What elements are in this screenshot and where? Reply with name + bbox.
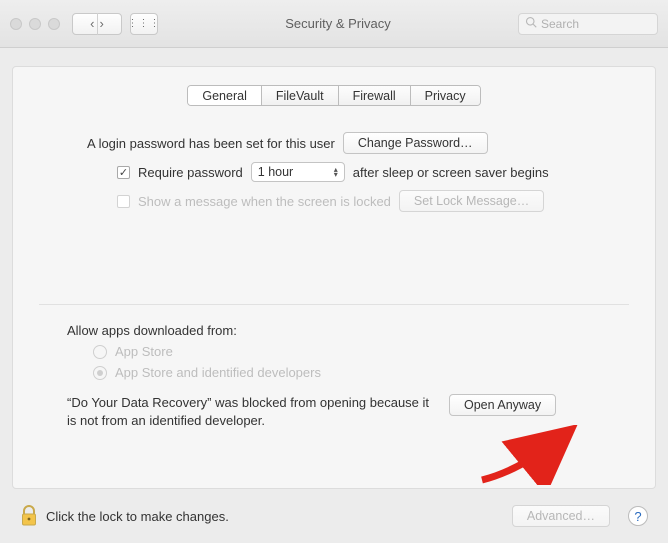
tab-privacy[interactable]: Privacy [411, 86, 480, 105]
show-message-label: Show a message when the screen is locked [138, 194, 391, 209]
radio-appstore-label: App Store [115, 344, 173, 359]
show-all-button[interactable]: ⋮⋮⋮ [130, 13, 158, 35]
blocked-app-text: “Do Your Data Recovery” was blocked from… [67, 394, 437, 429]
login-password-section: A login password has been set for this u… [13, 106, 655, 212]
zoom-dot[interactable] [48, 18, 60, 30]
require-password-value: 1 hour [258, 165, 293, 179]
lock-text: Click the lock to make changes. [46, 509, 229, 524]
titlebar: ‹ › ⋮⋮⋮ Security & Privacy Search [0, 0, 668, 48]
require-password-delay-select[interactable]: 1 hour ▴▾ [251, 162, 345, 182]
require-password-post: after sleep or screen saver begins [353, 165, 549, 180]
window-controls [10, 18, 60, 30]
change-password-button[interactable]: Change Password… [343, 132, 488, 154]
login-pw-text: A login password has been set for this u… [87, 136, 335, 151]
close-dot[interactable] [10, 18, 22, 30]
radio-identified-label: App Store and identified developers [115, 365, 321, 380]
help-button[interactable]: ? [628, 506, 648, 526]
search-placeholder: Search [541, 17, 579, 31]
nav-separator [97, 13, 98, 35]
radio-appstore [93, 345, 107, 359]
tab-filevault[interactable]: FileVault [262, 86, 339, 105]
nav-back-forward[interactable]: ‹ › [72, 13, 122, 35]
chevron-right-icon: › [100, 16, 104, 31]
advanced-button[interactable]: Advanced… [512, 505, 610, 527]
gatekeeper-heading: Allow apps downloaded from: [67, 323, 611, 338]
tab-general[interactable]: General [188, 86, 261, 105]
require-password-checkbox[interactable]: ✓ [117, 166, 130, 179]
minimize-dot[interactable] [29, 18, 41, 30]
require-password-pre: Require password [138, 165, 243, 180]
radio-identified [93, 366, 107, 380]
footer: Click the lock to make changes. Advanced… [0, 494, 668, 538]
gatekeeper-section: Allow apps downloaded from: App Store Ap… [13, 305, 655, 429]
search-icon [525, 16, 537, 31]
lock-icon[interactable] [20, 505, 38, 527]
grid-icon: ⋮⋮⋮ [128, 18, 161, 29]
set-lock-message-button: Set Lock Message… [399, 190, 544, 212]
chevron-left-icon: ‹ [90, 16, 94, 31]
select-stepper-icon: ▴▾ [334, 167, 338, 177]
tab-firewall[interactable]: Firewall [339, 86, 411, 105]
show-message-checkbox[interactable] [117, 195, 130, 208]
tab-bar: General FileVault Firewall Privacy [13, 85, 655, 106]
prefs-panel: General FileVault Firewall Privacy A log… [12, 66, 656, 489]
window-title: Security & Privacy [166, 16, 510, 31]
open-anyway-button[interactable]: Open Anyway [449, 394, 556, 416]
search-input[interactable]: Search [518, 13, 658, 35]
